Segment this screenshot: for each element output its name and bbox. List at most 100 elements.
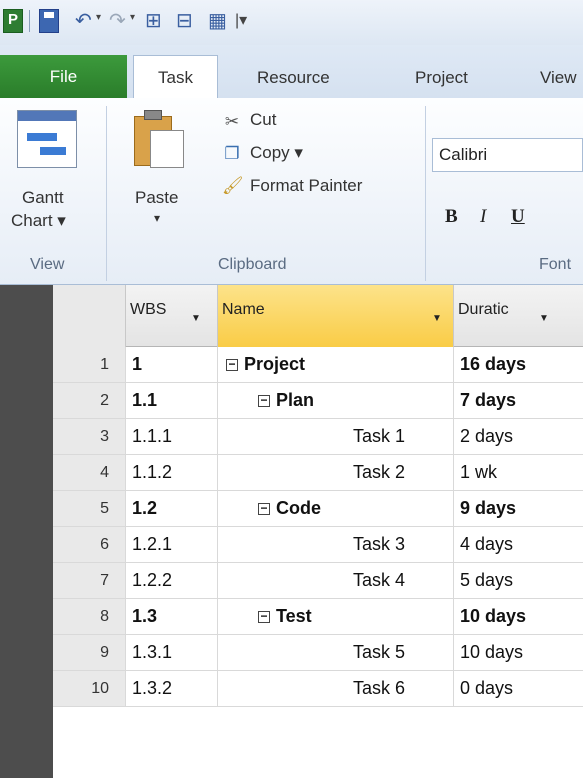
paste-icon[interactable]	[134, 110, 186, 168]
underline-button[interactable]: U	[511, 206, 525, 228]
customize-toolbar-icon[interactable]: |▾	[235, 10, 247, 32]
task-name: Task 4	[352, 570, 405, 590]
outline-icon[interactable]: ⊟	[176, 10, 193, 32]
save-icon[interactable]	[39, 9, 59, 33]
column-header-row: WBS ▼ Name ▼ Duratic ▼	[53, 285, 583, 347]
wbs-cell[interactable]: 1.1.1	[126, 419, 218, 454]
gantt-chart-label-line1[interactable]: Gantt	[22, 188, 64, 208]
table-row[interactable]: 6 1.2.1 Task 3 4 days	[53, 527, 583, 563]
duration-cell[interactable]: 10 days	[454, 635, 583, 670]
table-row[interactable]: 9 1.3.1 Task 5 10 days	[53, 635, 583, 671]
bold-button[interactable]: B	[445, 206, 458, 228]
cut-icon[interactable]: ✂	[222, 112, 242, 132]
duration-cell[interactable]: 5 days	[454, 563, 583, 598]
italic-button[interactable]: I	[480, 206, 486, 228]
undo-dropdown-icon[interactable]: ▾	[96, 12, 101, 23]
indent-structure-icon[interactable]: ⊞	[145, 10, 162, 32]
name-cell[interactable]: Task 5	[218, 635, 454, 670]
collapse-icon[interactable]: −	[258, 610, 270, 623]
table-icon[interactable]: ▦	[208, 10, 227, 32]
project-app-icon[interactable]: P	[3, 9, 23, 33]
table-row[interactable]: 2 1.1− Plan 7 days	[53, 383, 583, 419]
task-name: Task 6	[352, 678, 405, 698]
name-cell[interactable]: − Plan	[218, 383, 454, 418]
group-label-clipboard: Clipboard	[218, 256, 287, 273]
wbs-cell[interactable]: 1.2.2	[126, 563, 218, 598]
quick-access-toolbar: P ↶ ▾ ↷ ▾ ⊞ ⊟ ▦ |▾	[0, 0, 583, 45]
paste-dropdown-icon[interactable]: ▾	[154, 211, 160, 225]
tab-resource[interactable]: Resource	[257, 57, 330, 98]
name-cell[interactable]: − Project	[218, 347, 454, 382]
row-number[interactable]: 1	[53, 347, 126, 382]
duration-cell[interactable]: 16 days	[454, 347, 583, 382]
row-number[interactable]: 6	[53, 527, 126, 562]
tab-project[interactable]: Project	[415, 57, 468, 98]
column-header-duration[interactable]: Duratic ▼	[454, 285, 583, 347]
row-number[interactable]: 4	[53, 455, 126, 490]
row-number[interactable]: 5	[53, 491, 126, 526]
gantt-chart-label-line2[interactable]: Chart ▾	[11, 211, 66, 231]
name-cell[interactable]: Task 1	[218, 419, 454, 454]
table-row[interactable]: 7 1.2.2 Task 4 5 days	[53, 563, 583, 599]
duration-cell[interactable]: 7 days	[454, 383, 583, 418]
collapse-icon[interactable]: −	[258, 502, 270, 515]
duration-cell[interactable]: 10 days	[454, 599, 583, 634]
column-header-wbs[interactable]: WBS ▼	[126, 285, 218, 347]
table-row[interactable]: 3 1.1.1 Task 1 2 days	[53, 419, 583, 455]
select-all-corner[interactable]	[53, 285, 126, 347]
undo-icon[interactable]: ↶	[75, 10, 92, 32]
duration-cell[interactable]: 2 days	[454, 419, 583, 454]
format-painter-button[interactable]: Format Painter	[250, 176, 362, 196]
wbs-cell[interactable]: 1.3.2	[126, 671, 218, 706]
table-row[interactable]: 4 1.1.2 Task 2 1 wk	[53, 455, 583, 491]
group-divider	[106, 106, 107, 281]
wbs-cell[interactable]: 1.1	[126, 383, 218, 418]
duration-cell[interactable]: 1 wk	[454, 455, 583, 490]
row-number[interactable]: 2	[53, 383, 126, 418]
name-cell[interactable]: Task 6	[218, 671, 454, 706]
paste-button-label[interactable]: Paste	[135, 188, 178, 208]
duration-cell[interactable]: 0 days	[454, 671, 583, 706]
cut-button[interactable]: Cut	[250, 110, 276, 130]
tab-file[interactable]: File	[0, 55, 127, 98]
tab-view[interactable]: View	[540, 57, 577, 98]
tab-task[interactable]: Task	[133, 55, 218, 99]
row-number[interactable]: 9	[53, 635, 126, 670]
format-painter-icon[interactable]: 🖌	[222, 176, 244, 196]
table-row[interactable]: 8 1.3− Test 10 days	[53, 599, 583, 635]
font-name-select[interactable]: Calibri	[432, 138, 583, 172]
redo-icon[interactable]: ↷	[109, 10, 126, 32]
table-row[interactable]: 10 1.3.2 Task 6 0 days	[53, 671, 583, 707]
redo-dropdown-icon[interactable]: ▾	[130, 12, 135, 23]
name-cell[interactable]: Task 2	[218, 455, 454, 490]
copy-icon[interactable]: ❐	[222, 144, 242, 164]
name-filter-dropdown-icon[interactable]: ▼	[432, 313, 442, 324]
group-divider	[425, 106, 426, 281]
table-row[interactable]: 1 1− Project 16 days	[53, 347, 583, 383]
collapse-icon[interactable]: −	[258, 394, 270, 407]
row-number[interactable]: 8	[53, 599, 126, 634]
duration-filter-dropdown-icon[interactable]: ▼	[539, 313, 549, 324]
gantt-chart-icon[interactable]	[17, 110, 77, 168]
name-cell[interactable]: Task 3	[218, 527, 454, 562]
wbs-cell[interactable]: 1.3	[126, 599, 218, 634]
wbs-cell[interactable]: 1.2	[126, 491, 218, 526]
name-cell[interactable]: − Code	[218, 491, 454, 526]
duration-cell[interactable]: 4 days	[454, 527, 583, 562]
column-header-name[interactable]: Name ▼	[218, 285, 454, 347]
table-row[interactable]: 5 1.2− Code 9 days	[53, 491, 583, 527]
name-cell[interactable]: Task 4	[218, 563, 454, 598]
collapse-icon[interactable]: −	[226, 358, 238, 371]
wbs-cell[interactable]: 1.2.1	[126, 527, 218, 562]
name-cell[interactable]: − Test	[218, 599, 454, 634]
row-number[interactable]: 10	[53, 671, 126, 706]
wbs-cell[interactable]: 1	[126, 347, 218, 382]
row-number[interactable]: 7	[53, 563, 126, 598]
wbs-filter-dropdown-icon[interactable]: ▼	[191, 313, 201, 324]
wbs-cell[interactable]: 1.1.2	[126, 455, 218, 490]
duration-cell[interactable]: 9 days	[454, 491, 583, 526]
row-number[interactable]: 3	[53, 419, 126, 454]
task-name: Task 3	[352, 534, 405, 554]
copy-button[interactable]: Copy ▾	[250, 143, 303, 163]
wbs-cell[interactable]: 1.3.1	[126, 635, 218, 670]
